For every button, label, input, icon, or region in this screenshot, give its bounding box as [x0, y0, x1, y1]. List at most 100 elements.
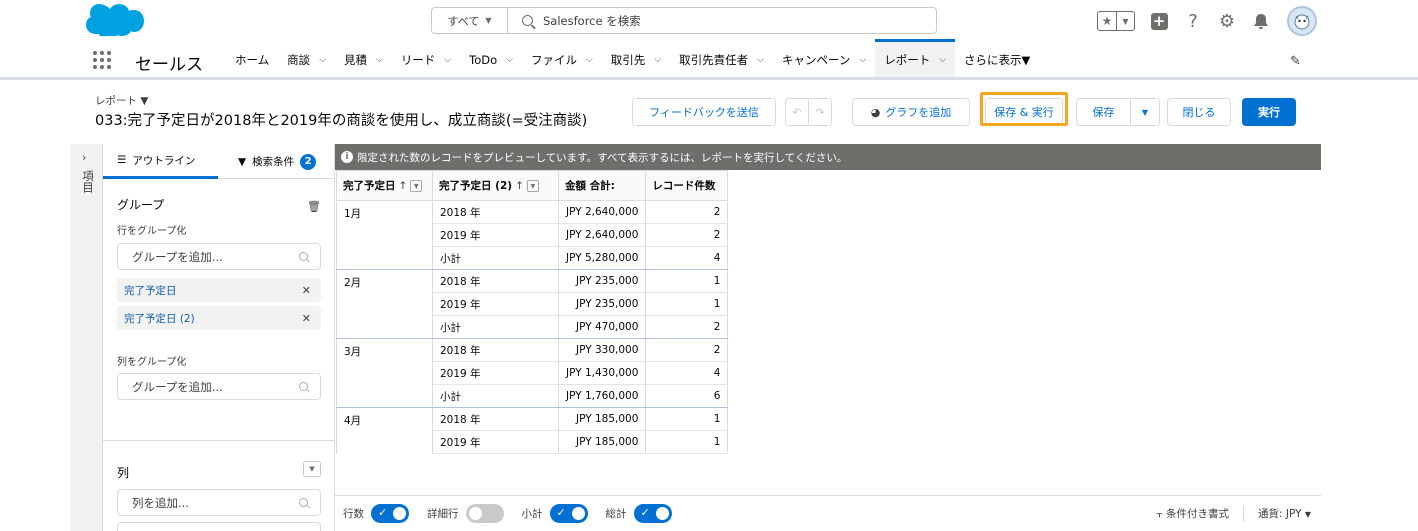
send-feedback-button[interactable]: フィードバックを送信 [632, 98, 776, 126]
nav-tab[interactable]: キャンペーン ⌵ [773, 42, 875, 77]
column-header-amount-sum[interactable]: 金額 合計: [557, 170, 647, 201]
count-cell: 2 [645, 223, 729, 247]
app-name: セールス [135, 55, 203, 75]
list-icon: ☰ [117, 154, 127, 166]
toggle-switch[interactable]: ✓ [633, 504, 672, 523]
column-list-edge [117, 522, 321, 531]
favorites-dropdown-icon[interactable]: ▼ [1116, 12, 1134, 30]
chevron-down-icon[interactable]: ⌵ [757, 55, 764, 65]
notifications-bell-icon[interactable] [1251, 11, 1271, 31]
chevron-down-icon[interactable]: ⌵ [444, 55, 451, 65]
redo-icon[interactable]: ↷ [808, 98, 832, 126]
chevron-down-icon[interactable]: ⌵ [376, 55, 383, 65]
undo-icon[interactable]: ↶ [785, 98, 809, 126]
nav-tabs: ホーム 商談 ⌵ 見積 ⌵ リード ⌵ ToDo ⌵ ファイル ⌵ 取引先 ⌵ 取引先責任者 ⌵ キャンペーン… [226, 39, 1039, 77]
year-cell: 2019 年 [432, 361, 559, 385]
favorites-button[interactable]: ★ ▼ [1097, 11, 1135, 31]
search-input[interactable]: Salesforce を検索 [508, 13, 641, 29]
tab-filters[interactable]: ▼ 検索条件 2 [218, 144, 317, 179]
add-column-group-placeholder: グループを追加... [132, 379, 223, 394]
fields-rail[interactable]: › 項目 [70, 144, 103, 531]
add-chart-button[interactable]: ◕ グラフを追加 [852, 98, 970, 126]
toggle-switch[interactable]: ✓ [549, 504, 588, 523]
toggle-switch[interactable] [465, 504, 504, 523]
toggle-switch[interactable]: ✓ [371, 504, 409, 523]
search-scope-dropdown[interactable]: すべて ▼ [432, 8, 508, 33]
nav-tab[interactable]: さらに表示▼ [955, 42, 1039, 77]
column-menu-dropdown-icon[interactable]: ▼ [410, 180, 423, 192]
row-group-pill[interactable]: 完了予定日 (2) ✕ [117, 306, 321, 330]
amount-cell: JPY 185,000 [558, 430, 647, 454]
amount-cell: JPY 185,000 [558, 407, 647, 431]
help-icon[interactable]: ? [1183, 11, 1203, 32]
nav-tab[interactable]: 取引先 ⌵ [602, 42, 670, 77]
run-button[interactable]: 実行 [1242, 98, 1296, 126]
count-cell: 1 [645, 430, 729, 454]
chevron-down-icon[interactable]: ⌵ [586, 55, 593, 65]
add-column-group-input[interactable]: グループを追加... [117, 373, 321, 400]
nav-tab[interactable]: レポート ⌵ [875, 39, 956, 77]
footer-right: ⫟ 条件付き書式 通貨: JPY ▼ [1156, 505, 1311, 522]
report-breadcrumb[interactable]: レポート ▼ [95, 93, 148, 108]
table-row: 3月 2018 年 JPY 330,000 2 [336, 338, 729, 408]
year-cell: 小計 [432, 384, 559, 408]
year-cell: 2018 年 [432, 407, 559, 431]
app-launcher-icon[interactable] [93, 51, 111, 69]
chevron-down-icon[interactable]: ⌵ [506, 55, 513, 65]
conditional-format-button[interactable]: ⫟ 条件付き書式 [1156, 506, 1229, 521]
save-options-dropdown-icon[interactable]: ▼ [1130, 98, 1160, 126]
currency-label: 通貨: JPY [1258, 508, 1302, 520]
add-row-group-input[interactable]: グループを追加... [117, 243, 321, 270]
columns-section-title: 列 [117, 466, 130, 480]
column-header-record-count[interactable]: レコード件数 [645, 170, 729, 201]
sort-ascending-icon[interactable]: ↑ [515, 180, 524, 192]
column-header-close-date[interactable]: 完了予定日 ↑ ▼ [336, 170, 433, 201]
chevron-down-icon[interactable]: ⌵ [939, 55, 946, 65]
delete-groups-trash-icon[interactable]: 🗑 [307, 200, 321, 213]
column-header-close-date-2[interactable]: 完了予定日 (2) ↑ ▼ [432, 170, 559, 201]
add-column-input[interactable]: 列を追加... [117, 489, 321, 516]
caret-down-icon: ▼ [1304, 510, 1311, 519]
year-cell: 2018 年 [432, 269, 559, 293]
currency-selector[interactable]: 通貨: JPY ▼ [1258, 506, 1311, 521]
nav-tab[interactable]: 取引先責任者 ⌵ [670, 42, 773, 77]
global-actions-button[interactable]: + [1149, 11, 1169, 31]
salesforce-logo[interactable] [86, 4, 144, 36]
expand-chevron-icon[interactable]: › [82, 151, 86, 164]
add-column-placeholder: 列を追加... [132, 495, 189, 510]
chevron-down-icon[interactable]: ⌵ [319, 55, 326, 65]
column-menu-dropdown-icon[interactable]: ▼ [526, 180, 539, 192]
conditional-format-label: 条件付き書式 [1166, 508, 1229, 520]
remove-close-icon[interactable]: ✕ [302, 312, 311, 325]
nav-tab[interactable]: リード ⌵ [392, 42, 460, 77]
star-icon[interactable]: ★ [1098, 12, 1116, 30]
chevron-down-icon[interactable]: ⌵ [654, 55, 661, 65]
nav-tab[interactable]: 商談 ⌵ [278, 42, 335, 77]
close-button[interactable]: 閉じる [1167, 98, 1231, 126]
save-button[interactable]: 保存 [1076, 98, 1131, 126]
sort-ascending-icon[interactable]: ↑ [399, 180, 408, 192]
nav-tab[interactable]: 見積 ⌵ [335, 42, 392, 77]
row-group-pill-label: 完了予定日 [124, 284, 177, 297]
user-avatar[interactable] [1287, 6, 1317, 36]
edit-nav-pencil-icon[interactable]: ✎ [1290, 54, 1301, 69]
search-icon [522, 15, 533, 26]
chevron-down-icon[interactable]: ⌵ [859, 55, 866, 65]
global-search[interactable]: すべて ▼ Salesforce を検索 [431, 7, 937, 34]
setup-gear-icon[interactable]: ⚙ [1217, 11, 1237, 32]
toggle-knob [571, 507, 585, 520]
nav-tab[interactable]: ToDo ⌵ [460, 42, 522, 77]
remove-close-icon[interactable]: ✕ [302, 284, 311, 297]
year-cell: 2019 年 [432, 292, 559, 316]
row-group-pill[interactable]: 完了予定日 ✕ [117, 278, 321, 302]
amount-cell: JPY 5,280,000 [558, 246, 647, 270]
footer-toggles: 行数 ✓ 詳細行 小計 ✓ 総計 ✓ [335, 504, 672, 523]
toggle-knob [393, 507, 406, 520]
nav-tab[interactable]: ファイル ⌵ [522, 42, 602, 77]
group-month-cell: 1月 [336, 200, 433, 270]
report-title: 033:完了予定日が2018年と2019年の商談を使用し、成立商談(=受注商談) [95, 113, 588, 129]
table-row: 2月 2018 年 JPY 235,000 1 [336, 269, 729, 339]
nav-tab[interactable]: ホーム [226, 42, 278, 77]
tab-outline[interactable]: ☰ アウトライン [103, 144, 218, 179]
columns-dropdown-icon[interactable]: ▼ [303, 461, 321, 477]
